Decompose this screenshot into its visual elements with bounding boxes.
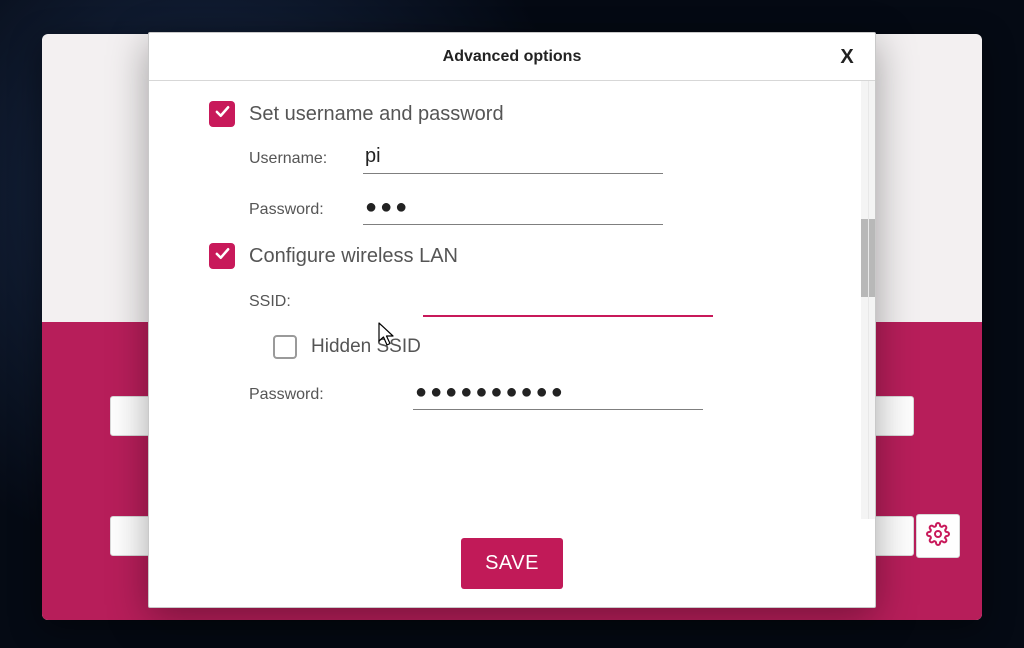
close-icon: X	[840, 46, 853, 69]
checkbox-set-user[interactable]	[209, 101, 235, 127]
section-title-wlan: Configure wireless LAN	[249, 245, 458, 268]
dialog-footer: SAVE	[149, 519, 875, 607]
section-wireless-lan: Configure wireless LAN SSID: Hidden SSID…	[209, 243, 828, 410]
row-ssid: SSID:	[249, 283, 828, 317]
wlan-password-input[interactable]	[413, 377, 703, 410]
dialog-title: Advanced options	[443, 48, 582, 66]
checkbox-configure-wlan[interactable]	[209, 243, 235, 269]
close-button[interactable]: X	[833, 43, 861, 71]
section-user-credentials: Set username and password Username: Pass…	[209, 101, 828, 225]
check-icon	[214, 103, 231, 125]
advanced-options-dialog: Advanced options X Set username and pass…	[148, 32, 876, 608]
section-head-user: Set username and password	[209, 101, 828, 127]
label-user-password: Password:	[249, 201, 349, 225]
check-icon	[214, 245, 231, 267]
section-title-user: Set username and password	[249, 103, 504, 126]
label-username: Username:	[249, 150, 349, 174]
row-user-password: Password:	[249, 192, 828, 225]
checkbox-hidden-ssid[interactable]	[273, 335, 297, 359]
gear-icon	[926, 522, 950, 551]
label-ssid: SSID:	[249, 293, 309, 317]
section-head-wlan: Configure wireless LAN	[209, 243, 828, 269]
dialog-body-wrap: Set username and password Username: Pass…	[149, 81, 875, 519]
label-hidden-ssid: Hidden SSID	[311, 336, 421, 358]
label-wlan-password: Password:	[249, 386, 349, 410]
username-input[interactable]	[363, 141, 663, 174]
dialog-body: Set username and password Username: Pass…	[179, 81, 869, 519]
user-password-input[interactable]	[363, 192, 663, 225]
settings-button[interactable]	[916, 514, 960, 558]
row-wlan-password: Password:	[249, 377, 828, 410]
dialog-header: Advanced options X	[149, 33, 875, 81]
row-username: Username:	[249, 141, 828, 174]
row-hidden-ssid: Hidden SSID	[273, 335, 828, 359]
ssid-input[interactable]	[423, 283, 713, 317]
save-button[interactable]: SAVE	[461, 538, 563, 589]
